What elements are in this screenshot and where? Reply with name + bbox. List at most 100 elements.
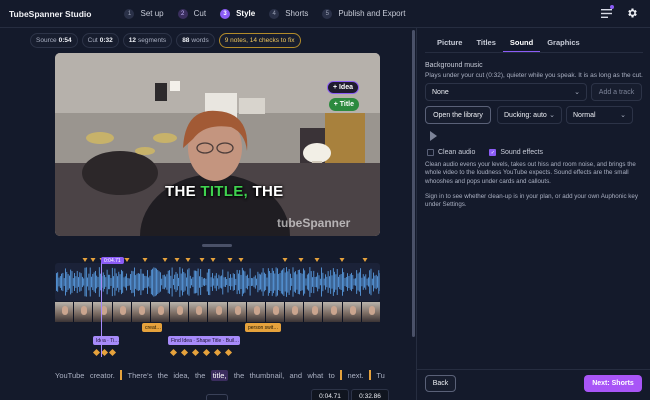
waveform-bar (349, 274, 351, 290)
marker-arrow[interactable] (227, 258, 233, 262)
marker-arrow[interactable] (314, 258, 320, 262)
clip-chip[interactable]: creat… (142, 323, 162, 332)
ducking-select[interactable]: Ducking: auto ⌄ (497, 106, 562, 124)
tab-picture[interactable]: Picture (430, 36, 469, 53)
step-publish[interactable]: 5 Publish and Export (322, 8, 406, 19)
clip-chip[interactable]: person swit… (245, 323, 281, 332)
waveform-bar (59, 276, 61, 288)
resize-handle[interactable] (202, 244, 232, 247)
sound-effects-checkbox[interactable]: ✓ Sound effects (489, 149, 543, 156)
step-cut[interactable]: 2 Cut (177, 8, 206, 19)
marker-diamond[interactable] (108, 348, 117, 357)
level-select[interactable]: Normal ⌄ (566, 106, 633, 124)
transcript-word[interactable]: the (158, 371, 168, 380)
marker-arrow[interactable] (142, 258, 148, 262)
timeline[interactable]: creat… person swit… Idea · Ti… Find Idea… (55, 257, 381, 357)
waveform-bar (296, 274, 298, 290)
marker-diamond[interactable] (180, 348, 189, 357)
step-style[interactable]: 3 Style (220, 8, 255, 19)
waveform-bar (58, 277, 60, 287)
tab-sound[interactable]: Sound (502, 36, 541, 53)
marker-arrow[interactable] (174, 258, 180, 262)
note-chip[interactable]: Idea · Ti… (93, 336, 119, 345)
marker-arrow[interactable] (90, 258, 96, 262)
marker-arrow[interactable] (282, 258, 288, 262)
open-library-button[interactable]: Open the library (425, 106, 491, 124)
marker-diamond[interactable] (202, 348, 211, 357)
transcript-word[interactable]: thumbnail, (250, 371, 285, 380)
marker-arrow[interactable] (82, 258, 88, 262)
marker-arrow[interactable] (199, 258, 205, 262)
add-track-button[interactable]: Add a track (591, 83, 642, 101)
transcript-word[interactable]: what (307, 371, 323, 380)
thumb-frame (323, 302, 342, 322)
add-idea-bubble[interactable]: + Idea (326, 81, 359, 94)
filmstrip[interactable] (55, 302, 380, 322)
marker-arrow[interactable] (124, 258, 130, 262)
waveform-bar (113, 276, 114, 288)
transcript-word[interactable]: and (290, 371, 303, 380)
waveform-bar (373, 272, 374, 292)
marker-arrow[interactable] (362, 258, 368, 262)
step-label: Publish and Export (338, 9, 406, 18)
next-shorts-button[interactable]: Next: Shorts (584, 375, 642, 392)
transcript-strip[interactable]: YouTube creator. There's the idea, the t… (55, 368, 385, 382)
transcript-word[interactable]: creator. (90, 371, 115, 380)
tab-graphics[interactable]: Graphics (540, 36, 587, 53)
marker-arrow[interactable] (298, 258, 304, 262)
waveform-bar (182, 268, 183, 296)
marker-arrow[interactable] (339, 258, 345, 262)
tab-titles[interactable]: Titles (469, 36, 502, 53)
add-title-bubble[interactable]: + Title (328, 98, 359, 111)
video-preview[interactable]: + Idea + Title THE TITLE, THE tubeSpanne… (55, 53, 380, 236)
transcript-word[interactable]: to (329, 371, 335, 380)
waveform-bar (154, 267, 156, 297)
notes-checks-badge[interactable]: 9 notes, 14 checks to fix (218, 33, 301, 48)
waveform-bar (162, 275, 164, 289)
playhead[interactable] (101, 261, 102, 357)
cut-marker[interactable] (369, 370, 372, 380)
waveform-bar (355, 278, 356, 286)
marker-diamond[interactable] (100, 348, 109, 357)
step-shorts[interactable]: 4 Shorts (269, 8, 308, 19)
waveform-bar (267, 268, 269, 296)
transcript-current-word[interactable]: title, (210, 369, 229, 381)
transcript-word[interactable]: idea, (173, 371, 189, 380)
panel-toggle[interactable] (206, 394, 228, 400)
transcript-word[interactable]: Tu (376, 371, 384, 380)
waveform-bar (161, 278, 163, 286)
menu-icon[interactable] (600, 5, 614, 19)
cut-marker[interactable] (120, 370, 123, 380)
marker-arrow[interactable] (162, 258, 168, 262)
cut-marker[interactable] (340, 370, 343, 380)
marker-diamond[interactable] (191, 348, 200, 357)
waveform-bar (136, 273, 138, 291)
step-setup[interactable]: 1 Set up (124, 8, 164, 19)
marker-arrow[interactable] (185, 258, 191, 262)
marker-diamond[interactable] (224, 348, 233, 357)
waveform-bar (362, 274, 364, 290)
play-icon[interactable] (430, 131, 437, 141)
transcript-word[interactable]: next. (347, 371, 363, 380)
marker-diamond[interactable] (92, 348, 101, 357)
marker-arrow[interactable] (238, 258, 244, 262)
transcript-word[interactable]: the (234, 371, 244, 380)
waveform-bar (248, 278, 250, 286)
back-button[interactable]: Back (425, 375, 456, 392)
marker-diamond[interactable] (169, 348, 178, 357)
left-scrollbar[interactable] (412, 30, 415, 337)
waveform-bar (338, 276, 339, 288)
waveform-bar (61, 273, 62, 291)
music-select[interactable]: None ⌄ (425, 83, 587, 101)
waveform[interactable] (55, 263, 381, 301)
transcript-word[interactable]: the (195, 371, 205, 380)
waveform-bar (201, 276, 203, 288)
marker-arrow[interactable] (210, 258, 216, 262)
marker-diamond[interactable] (213, 348, 222, 357)
note-chip[interactable]: Find Idea · Shape Title · Buil… (168, 336, 240, 345)
clean-audio-checkbox[interactable]: Clean audio (427, 149, 475, 156)
transcript-word[interactable]: YouTube (55, 371, 84, 380)
transcript-word[interactable]: There's (127, 371, 152, 380)
gear-icon[interactable] (626, 7, 638, 19)
waveform-bar (91, 276, 92, 288)
